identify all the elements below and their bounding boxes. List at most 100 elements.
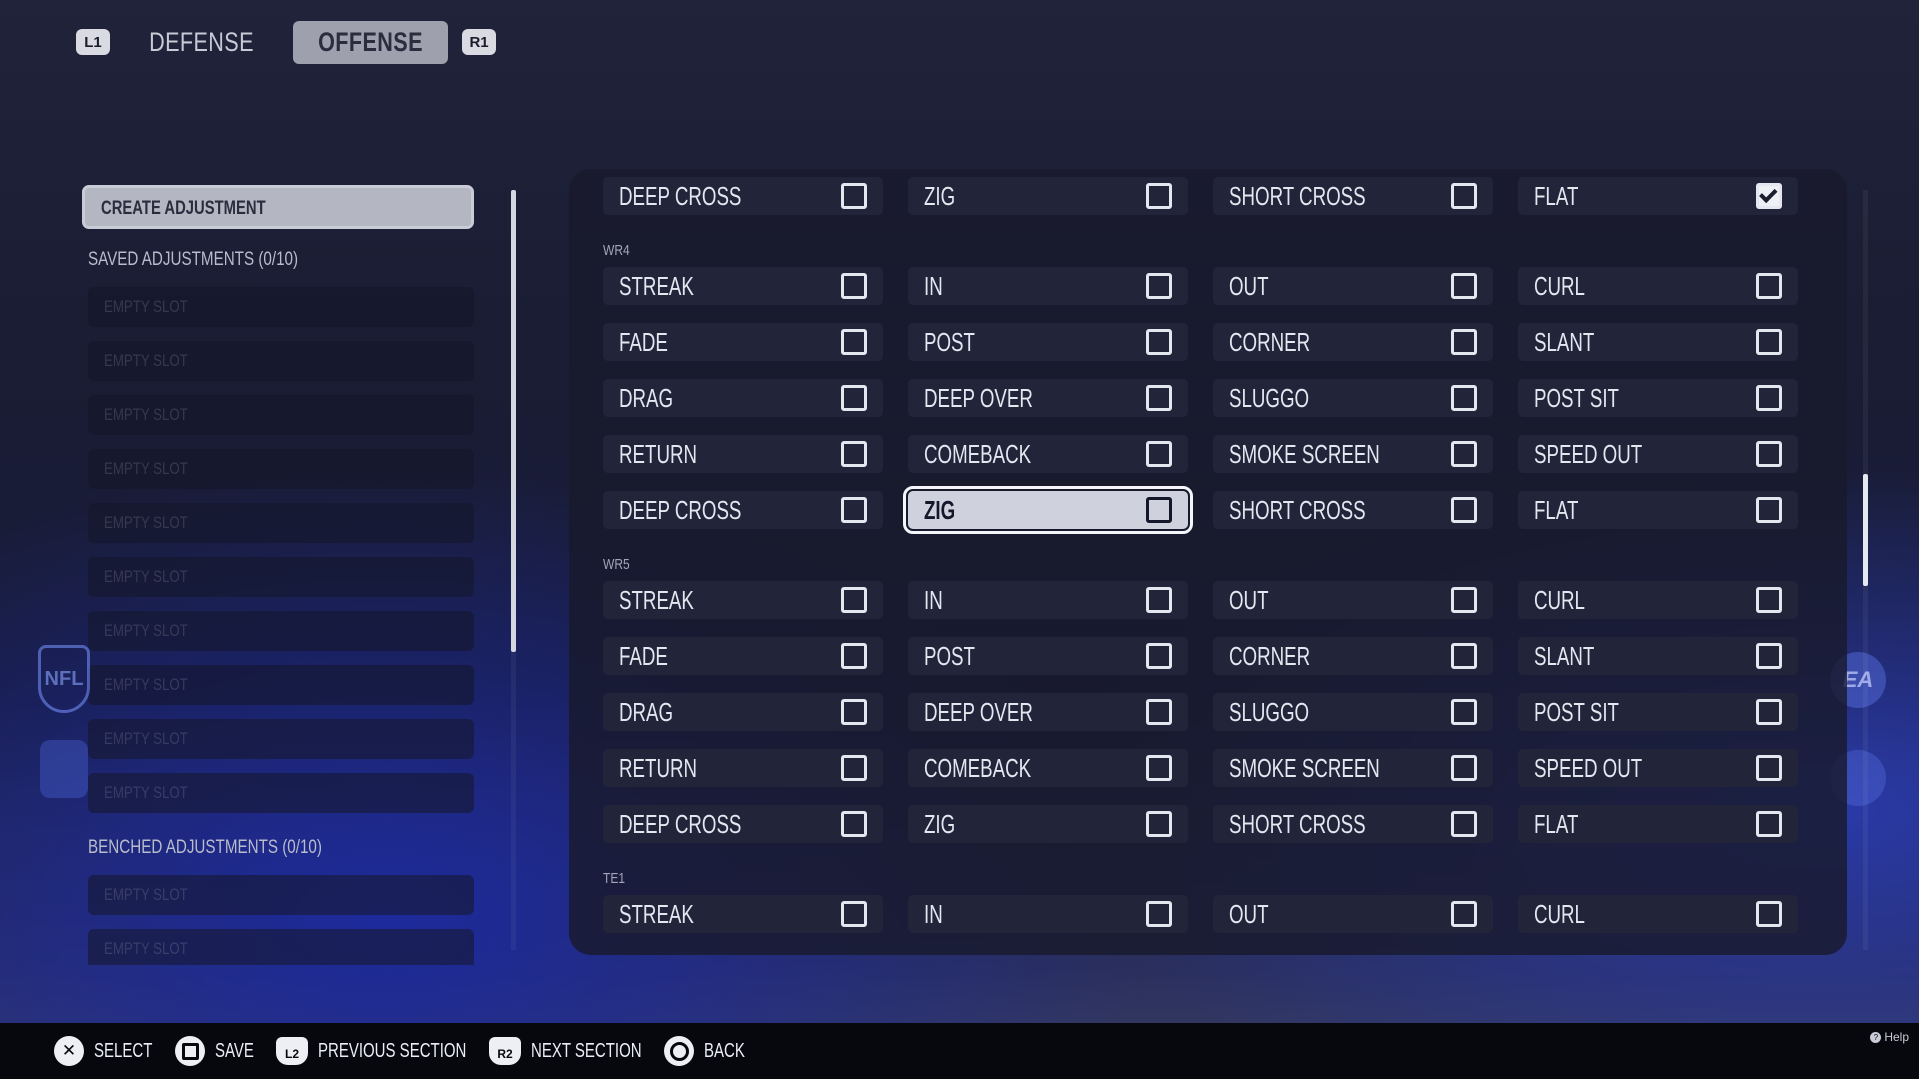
route-option[interactable]: FLAT	[1518, 177, 1798, 215]
hint-select[interactable]: ✕ SELECT	[54, 1036, 153, 1066]
hint-previous-section[interactable]: L2 PREVIOUS SECTION	[276, 1037, 467, 1065]
route-option[interactable]: SMOKE SCREEN	[1213, 749, 1493, 787]
route-option[interactable]: CORNER	[1213, 637, 1493, 675]
adjustment-slot[interactable]: EMPTY SLOT	[88, 611, 474, 651]
adjustment-slot[interactable]: EMPTY SLOT	[88, 719, 474, 759]
route-option[interactable]: CURL	[1518, 581, 1798, 619]
route-option[interactable]: DEEP OVER	[908, 379, 1188, 417]
checkbox-icon[interactable]	[1146, 273, 1172, 299]
checkbox-icon[interactable]	[1451, 699, 1477, 725]
route-option[interactable]: SLANT	[1518, 637, 1798, 675]
checkbox-icon[interactable]	[1146, 699, 1172, 725]
route-option[interactable]: CURL	[1518, 895, 1798, 933]
route-option[interactable]: SHORT CROSS	[1213, 491, 1493, 529]
route-option[interactable]: ZIG	[908, 805, 1188, 843]
checkbox-icon[interactable]	[1756, 811, 1782, 837]
route-option[interactable]: DEEP CROSS	[603, 805, 883, 843]
route-option[interactable]: IN	[908, 895, 1188, 933]
checkbox-icon[interactable]	[1756, 497, 1782, 523]
route-option[interactable]: FADE	[603, 637, 883, 675]
checkbox-icon[interactable]	[1756, 385, 1782, 411]
route-option[interactable]: SHORT CROSS	[1213, 805, 1493, 843]
checkbox-icon[interactable]	[841, 183, 867, 209]
help-link[interactable]: ? Help	[1870, 1030, 1909, 1044]
adjustment-slot[interactable]: EMPTY SLOT	[88, 875, 474, 915]
route-option[interactable]: POST SIT	[1518, 379, 1798, 417]
adjustment-slot[interactable]: EMPTY SLOT	[88, 929, 474, 965]
route-option[interactable]: DRAG	[603, 693, 883, 731]
checkbox-icon[interactable]	[1451, 441, 1477, 467]
checkbox-icon[interactable]	[1451, 273, 1477, 299]
hint-next-section[interactable]: R2 NEXT SECTION	[489, 1037, 642, 1065]
checkbox-icon[interactable]	[841, 699, 867, 725]
route-option[interactable]: CORNER	[1213, 323, 1493, 361]
checkbox-icon[interactable]	[1146, 901, 1172, 927]
route-option[interactable]: FLAT	[1518, 491, 1798, 529]
route-option[interactable]: SPEED OUT	[1518, 749, 1798, 787]
checkbox-icon[interactable]	[1146, 497, 1172, 523]
route-option[interactable]: IN	[908, 267, 1188, 305]
route-option[interactable]: CURL	[1518, 267, 1798, 305]
route-option[interactable]: COMEBACK	[908, 749, 1188, 787]
checkbox-icon[interactable]	[841, 441, 867, 467]
route-option[interactable]: RETURN	[603, 435, 883, 473]
route-option[interactable]: SPEED OUT	[1518, 435, 1798, 473]
checkbox-icon[interactable]	[1451, 901, 1477, 927]
left-scrollbar[interactable]	[511, 190, 516, 652]
tab-offense[interactable]: OFFENSE	[293, 20, 449, 64]
hint-save[interactable]: SAVE	[175, 1036, 254, 1066]
route-option[interactable]: FLAT	[1518, 805, 1798, 843]
route-option[interactable]: ZIG	[908, 177, 1188, 215]
adjustment-slot[interactable]: EMPTY SLOT	[88, 665, 474, 705]
route-option[interactable]: SLUGGO	[1213, 693, 1493, 731]
checkbox-icon[interactable]	[1451, 643, 1477, 669]
checkbox-icon[interactable]	[1451, 385, 1477, 411]
route-option[interactable]: ZIG	[903, 486, 1193, 534]
checkbox-icon[interactable]	[1146, 385, 1172, 411]
route-option[interactable]: COMEBACK	[908, 435, 1188, 473]
route-option[interactable]: STREAK	[603, 895, 883, 933]
checkbox-icon[interactable]	[841, 755, 867, 781]
route-option[interactable]: RETURN	[603, 749, 883, 787]
checkbox-icon[interactable]	[1146, 755, 1172, 781]
checkbox-icon[interactable]	[1146, 587, 1172, 613]
checkbox-icon[interactable]	[1146, 441, 1172, 467]
checkbox-icon[interactable]	[1756, 643, 1782, 669]
checkbox-icon[interactable]	[1756, 699, 1782, 725]
adjustment-slot[interactable]: EMPTY SLOT	[88, 395, 474, 435]
checkbox-icon[interactable]	[1756, 755, 1782, 781]
route-option[interactable]: OUT	[1213, 267, 1493, 305]
checkbox-icon[interactable]	[841, 587, 867, 613]
adjustment-slot[interactable]: EMPTY SLOT	[88, 341, 474, 381]
route-option[interactable]: FADE	[603, 323, 883, 361]
checkbox-icon[interactable]	[841, 385, 867, 411]
route-option[interactable]: STREAK	[603, 581, 883, 619]
checkbox-icon[interactable]	[841, 497, 867, 523]
checkbox-icon[interactable]	[1756, 901, 1782, 927]
checkbox-icon[interactable]	[1146, 811, 1172, 837]
adjustment-slot[interactable]: EMPTY SLOT	[88, 287, 474, 327]
route-option[interactable]: OUT	[1213, 895, 1493, 933]
route-option[interactable]: DEEP CROSS	[603, 491, 883, 529]
checkbox-icon[interactable]	[1451, 755, 1477, 781]
checkbox-icon[interactable]	[1451, 497, 1477, 523]
adjustment-slot[interactable]: EMPTY SLOT	[88, 557, 474, 597]
route-option[interactable]: STREAK	[603, 267, 883, 305]
tab-defense[interactable]: DEFENSE	[124, 21, 279, 64]
route-option[interactable]: OUT	[1213, 581, 1493, 619]
hint-back[interactable]: BACK	[664, 1036, 745, 1066]
route-option[interactable]: SLANT	[1518, 323, 1798, 361]
checkbox-icon[interactable]	[1146, 329, 1172, 355]
checkbox-icon[interactable]	[1756, 441, 1782, 467]
route-option[interactable]: SMOKE SCREEN	[1213, 435, 1493, 473]
create-adjustment-button[interactable]: CREATE ADJUSTMENT	[82, 185, 474, 229]
route-option[interactable]: DEEP CROSS	[603, 177, 883, 215]
r1-shoulder-icon[interactable]: R1	[462, 29, 497, 55]
checkbox-icon[interactable]	[1451, 587, 1477, 613]
checkbox-icon[interactable]	[1451, 183, 1477, 209]
route-option[interactable]: SHORT CROSS	[1213, 177, 1493, 215]
route-option[interactable]: POST SIT	[1518, 693, 1798, 731]
route-option[interactable]: POST	[908, 323, 1188, 361]
checkbox-icon[interactable]	[1451, 329, 1477, 355]
checkbox-icon[interactable]	[1756, 329, 1782, 355]
